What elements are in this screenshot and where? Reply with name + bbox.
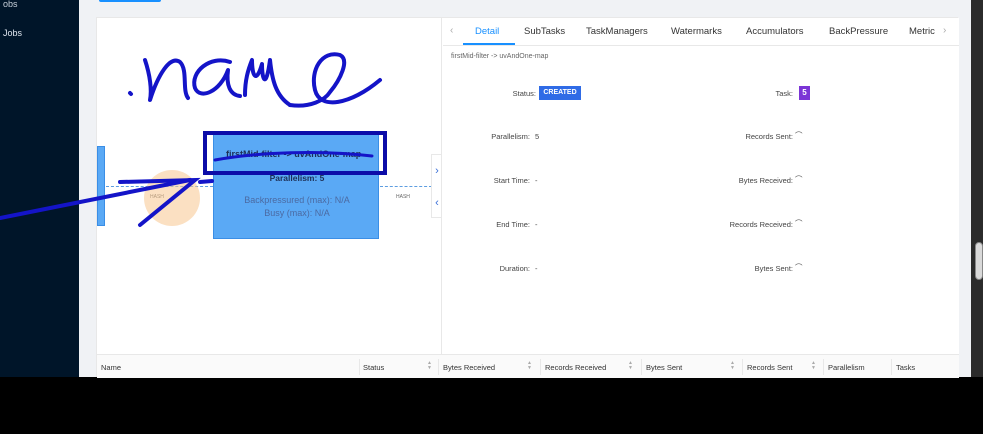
page-scrollbar[interactable] (971, 0, 983, 377)
operator-backpressured: Backpressured (max): N/A (244, 195, 350, 205)
column-name[interactable]: Name (101, 363, 121, 372)
duration-value: - (535, 264, 538, 273)
column-records-received[interactable]: Records Received (545, 363, 606, 372)
column-status[interactable]: Status (363, 363, 384, 372)
sort-icon[interactable]: ▲ ▼ (427, 361, 432, 371)
column-divider (438, 359, 439, 375)
edge-out (380, 186, 432, 187)
column-divider (641, 359, 642, 375)
job-graph[interactable]: HASH firstMid-filter -> uvAndOne-map Par… (97, 18, 442, 354)
vertex-name: firstMid-filter -> uvAndOne-map (451, 53, 549, 60)
column-tasks[interactable]: Tasks (896, 363, 915, 372)
column-parallelism[interactable]: Parallelism (828, 363, 865, 372)
scrollbar-thumb[interactable] (975, 242, 983, 280)
tab-backpressure[interactable]: BackPressure (829, 26, 888, 37)
bytes-sent-value: ⌒ (795, 263, 803, 272)
column-bytes-received[interactable]: Bytes Received (443, 363, 495, 372)
column-divider (742, 359, 743, 375)
edge-out-label: HASH (396, 194, 410, 200)
bytes-received-label: Bytes Received: (738, 176, 793, 185)
sidebar: obs Jobs (0, 0, 79, 377)
tab-detail[interactable]: Detail (475, 26, 499, 37)
column-divider (891, 359, 892, 375)
tab-watermarks[interactable]: Watermarks (671, 26, 722, 37)
status-label: Status: (512, 89, 536, 98)
records-sent-value: ⌒ (795, 131, 803, 140)
tab-taskmanagers[interactable]: TaskManagers (586, 26, 648, 37)
records-received-label: Records Received: (729, 220, 793, 229)
end-time-label: End Time: (496, 220, 530, 229)
status-badge: CREATED (539, 86, 581, 100)
operator-parallelism: Parallelism: 5 (269, 173, 325, 183)
task-count-badge: 5 (799, 86, 810, 100)
tab-metrics[interactable]: Metric (909, 26, 935, 37)
tab-next-icon[interactable]: › (943, 25, 946, 36)
task-label: Task: (775, 89, 793, 98)
detail-panel: ‹ Detail SubTasks TaskManagers Watermark… (443, 18, 959, 354)
bytes-sent-label: Bytes Sent: (754, 264, 793, 273)
column-divider (823, 359, 824, 375)
column-records-sent[interactable]: Records Sent (747, 363, 792, 372)
sort-icon[interactable]: ▲ ▼ (730, 361, 735, 371)
source-node[interactable] (97, 146, 105, 226)
parallelism-value: 5 (535, 132, 540, 141)
job-card: HASH firstMid-filter -> uvAndOne-map Par… (96, 17, 959, 378)
sort-icon[interactable]: ▲ ▼ (811, 361, 816, 371)
bytes-received-value: ⌒ (795, 175, 803, 184)
start-time-value: - (535, 176, 538, 185)
operator-name: firstMid-filter -> uvAndOne-map (226, 149, 362, 159)
main-content: HASH firstMid-filter -> uvAndOne-map Par… (79, 0, 971, 378)
tab-accumulators[interactable]: Accumulators (746, 26, 804, 37)
parallelism-label: Parallelism: (491, 132, 530, 141)
records-received-value: ⌒ (795, 219, 803, 228)
sort-icon[interactable]: ▲ ▼ (527, 361, 532, 371)
column-bytes-sent[interactable]: Bytes Sent (646, 363, 682, 372)
duration-label: Duration: (499, 264, 530, 273)
sort-icon[interactable]: ▲ ▼ (628, 361, 633, 371)
panel-toggle[interactable]: › ‹ (431, 154, 441, 219)
sidebar-item-overview-jobs[interactable]: obs (0, 0, 79, 15)
column-divider (359, 359, 360, 375)
sidebar-item-jobs[interactable]: Jobs (0, 22, 79, 44)
end-time-value: - (535, 220, 538, 229)
start-time-label: Start Time: (493, 176, 530, 185)
screen: obs Jobs HASH firstMid-filter -> uvAndOn… (0, 0, 983, 434)
header-active-indicator (99, 0, 161, 2)
detail-tabs: ‹ Detail SubTasks TaskManagers Watermark… (443, 18, 959, 46)
operator-busy: Busy (max): N/A (264, 208, 330, 218)
records-sent-label: Records Sent: (745, 132, 793, 141)
column-divider (540, 359, 541, 375)
vertex-table-header: Name Status ▲ ▼ Bytes Received ▲ ▼ Records… (97, 354, 959, 378)
active-tab-indicator (463, 43, 515, 45)
tab-subtasks[interactable]: SubTasks (524, 26, 565, 37)
edge-in-label: HASH (150, 194, 164, 200)
operator-node[interactable]: firstMid-filter -> uvAndOne-map Parallel… (213, 134, 379, 239)
chevron-left-icon[interactable]: ‹ (432, 187, 441, 219)
tab-prev-icon[interactable]: ‹ (450, 25, 453, 36)
edge-in (106, 186, 213, 187)
